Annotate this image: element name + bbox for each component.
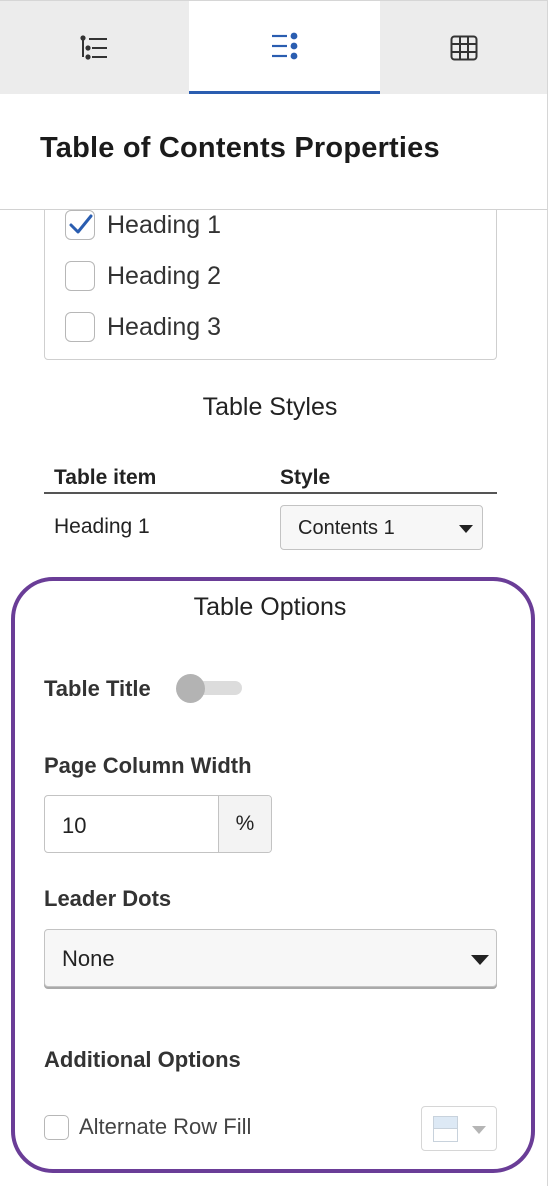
percent-unit: %: [218, 796, 271, 852]
heading-3-label: Heading 3: [107, 312, 221, 341]
row-fill-color-picker[interactable]: [421, 1106, 497, 1151]
heading-2-checkbox[interactable]: [65, 261, 95, 291]
heading-2-option[interactable]: Heading 2: [65, 261, 221, 291]
page-column-width-value: 10: [62, 813, 87, 838]
table-options-highlight: [11, 577, 535, 1173]
column-header-style: Style: [280, 466, 331, 489]
fill-swatch-icon: [433, 1116, 458, 1142]
table-styles-title: Table Styles: [202, 393, 338, 421]
heading-3-checkbox[interactable]: [65, 312, 95, 342]
panel-header: Table of Contents Properties: [0, 94, 548, 210]
page-title: Table of Contents Properties: [40, 132, 440, 164]
page-column-width-label: Page Column Width: [44, 753, 252, 778]
alternate-row-fill-label: Alternate Row Fill: [79, 1114, 252, 1139]
tab-table[interactable]: [380, 1, 548, 95]
alternate-row-fill-checkbox[interactable]: [44, 1114, 69, 1140]
numbered-list-icon: [271, 32, 297, 60]
chevron-down-icon: [459, 525, 473, 533]
heading-2-label: Heading 2: [107, 261, 221, 290]
tab-list-properties[interactable]: [189, 1, 380, 95]
style-select-value: Contents 1: [298, 517, 395, 539]
style-select[interactable]: Contents 1: [280, 505, 483, 550]
leader-dots-value: None: [62, 946, 115, 971]
tab-bar: [0, 0, 548, 95]
heading-1-label: Heading 1: [107, 210, 221, 239]
heading-1-option[interactable]: Heading 1: [65, 210, 221, 240]
leader-dots-select[interactable]: None: [44, 929, 497, 987]
table-row-item: Heading 1: [54, 515, 150, 538]
chevron-down-icon: [471, 955, 489, 965]
table-grid-icon: [450, 35, 478, 61]
page-column-width-input[interactable]: 10 %: [44, 795, 272, 853]
table-options-title: Table Options: [193, 593, 347, 621]
tab-outline[interactable]: [0, 1, 189, 95]
leader-dots-label: Leader Dots: [44, 886, 172, 911]
chevron-down-icon: [472, 1126, 486, 1134]
alternate-row-fill-option[interactable]: Alternate Row Fill: [44, 1114, 251, 1140]
column-header-table-item: Table item: [54, 466, 157, 489]
table-title-label: Table Title: [44, 676, 151, 701]
heading-levels-box: Heading 1 Heading 2 Heading 3: [44, 210, 497, 360]
heading-3-option[interactable]: Heading 3: [65, 312, 221, 342]
outline-list-icon: [79, 35, 107, 60]
checkmark-icon: [69, 214, 93, 234]
table-title-toggle[interactable]: [176, 674, 242, 703]
properties-content[interactable]: Heading 1 Heading 2 Heading 3 Table Styl…: [0, 210, 548, 1186]
heading-1-checkbox[interactable]: [65, 210, 95, 240]
toggle-knob: [176, 674, 205, 703]
additional-options-label: Additional Options: [44, 1047, 241, 1072]
table-styles-header: Table item Style: [44, 466, 497, 494]
